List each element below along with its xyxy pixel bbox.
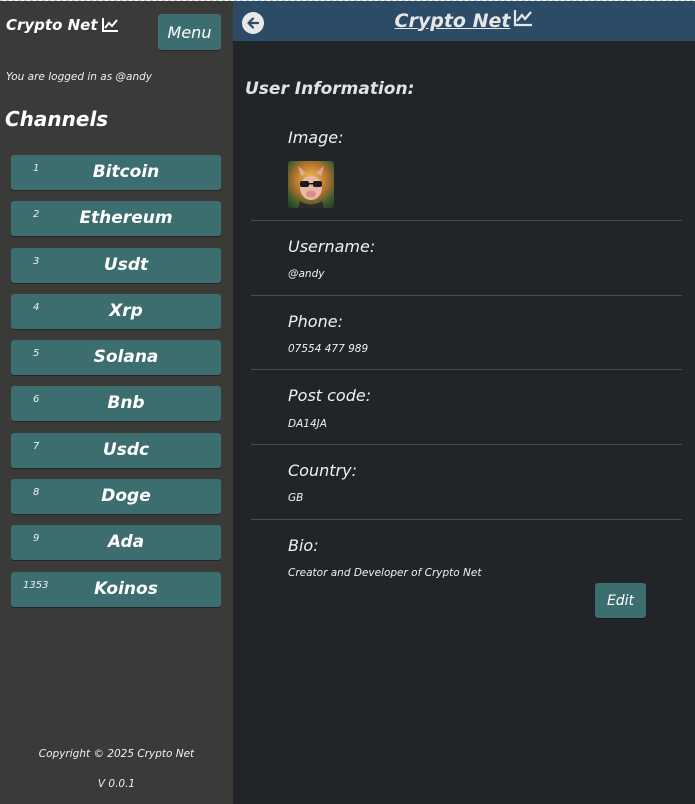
sidebar: Crypto Net Menu You are logged in as @an… [0, 1, 233, 804]
username-label: Username: [288, 237, 376, 256]
channel-name: Usdc [102, 439, 150, 460]
phone-value: 07554 477 989 [288, 343, 369, 355]
logged-in-status: You are logged in as @andy [6, 71, 152, 83]
phone-label: Phone: [288, 312, 343, 331]
channel-name: Usdt [103, 254, 149, 275]
channel-item-doge[interactable]: 8 Doge [11, 479, 221, 515]
brand-name: Crypto Net [6, 16, 98, 34]
edit-button[interactable]: Edit [595, 583, 646, 618]
channel-name: Xrp [109, 300, 143, 321]
channel-item-ada[interactable]: 9 Ada [11, 525, 221, 561]
channel-item-koinos[interactable]: 1353 Koinos [11, 571, 221, 607]
username-value: @andy [288, 268, 325, 280]
copyright-text: Copyright © 2025 Crypto Net [38, 748, 195, 760]
divider [251, 220, 682, 221]
user-info-heading: User Information: [245, 79, 415, 99]
channel-name: Solana [93, 347, 159, 368]
channel-name: Ada [107, 532, 145, 553]
country-label: Country: [288, 461, 357, 480]
user-avatar [288, 161, 334, 208]
country-value: GB [288, 492, 304, 504]
postcode-label: Post code: [288, 386, 372, 405]
divider [251, 444, 682, 445]
divider [251, 295, 682, 296]
header-title: Crypto Net [394, 9, 511, 32]
channel-item-bitcoin[interactable]: 1 Bitcoin [11, 155, 221, 190]
version-text: V 0.0.1 [97, 778, 136, 790]
channel-name: Bitcoin [92, 162, 160, 182]
brand-logo[interactable]: Crypto Net [6, 16, 119, 34]
channel-item-ethereum[interactable]: 2 Ethereum [11, 201, 221, 237]
channel-name: Bnb [107, 393, 145, 414]
divider [251, 369, 682, 370]
top-header: Crypto Net [233, 1, 695, 41]
chart-line-icon [101, 17, 119, 33]
channel-name: Koinos [94, 578, 158, 599]
channel-item-bnb[interactable]: 6 Bnb [11, 386, 221, 422]
channel-item-usdt[interactable]: 3 Usdt [11, 247, 221, 283]
bio-value: Creator and Developer of Crypto Net [288, 567, 482, 579]
header-title-link[interactable]: Crypto Net [233, 9, 695, 32]
channel-item-xrp[interactable]: 4 Xrp [11, 293, 221, 329]
channels-heading: Channels [5, 107, 109, 131]
channel-name: Ethereum [79, 208, 173, 229]
channel-item-usdc[interactable]: 7 Usdc [11, 432, 221, 468]
bio-label: Bio: [288, 536, 319, 555]
divider [251, 519, 682, 520]
chart-line-icon [513, 9, 533, 32]
channel-list: 1 Bitcoin 2 Ethereum 3 Usdt 4 Xrp 5 Sola… [11, 155, 221, 618]
image-label: Image: [288, 128, 344, 147]
channel-name: Doge [101, 486, 151, 507]
channel-item-solana[interactable]: 5 Solana [11, 340, 221, 376]
menu-button[interactable]: Menu [158, 14, 221, 50]
postcode-value: DA14JA [288, 418, 327, 430]
